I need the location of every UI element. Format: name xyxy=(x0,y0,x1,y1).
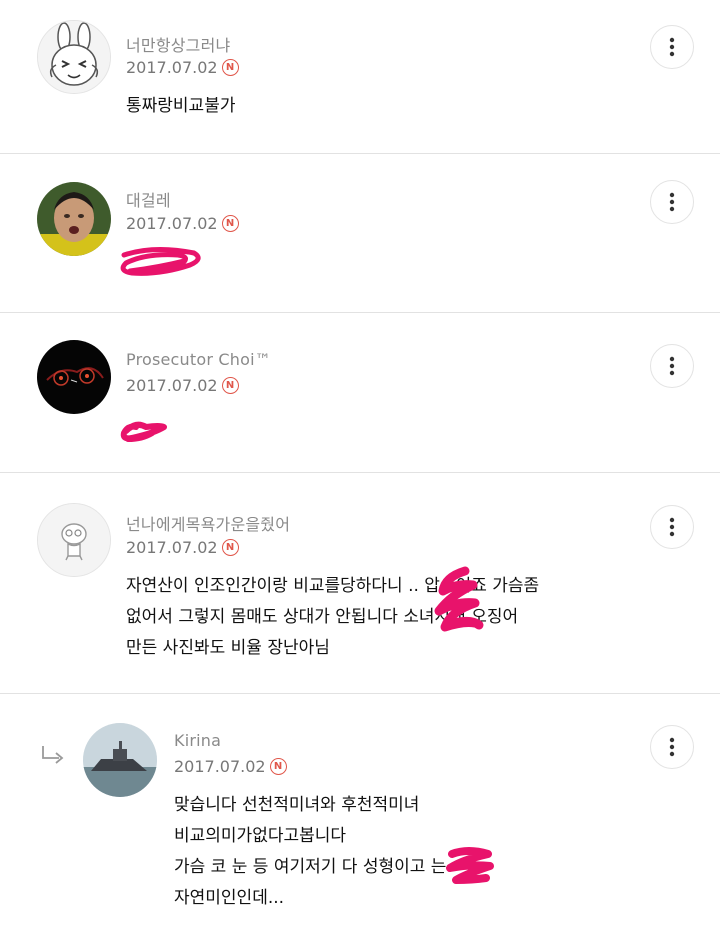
comment-author[interactable]: 넌나에게목욕가운을줬어 xyxy=(126,511,290,535)
comment-meta: 2017.07.02 N xyxy=(126,538,239,557)
redaction-scribble xyxy=(120,246,201,276)
more-options-button[interactable] xyxy=(650,725,694,769)
avatar[interactable] xyxy=(37,182,111,256)
comment-item: 넌나에게목욕가운을줬어 2017.07.02 N 자연산이 인조인간이랑 비교를… xyxy=(0,473,720,694)
reply-item: Kirina 2017.07.02 N 맞습니다 선천적미녀와 후천적미녀 비교… xyxy=(0,694,720,948)
comment-line: 맞습니다 선천적미녀와 후천적미녀 xyxy=(174,795,420,815)
more-vertical-icon xyxy=(669,37,675,57)
redaction-scribble xyxy=(120,421,167,442)
comment-date: 2017.07.02 xyxy=(126,58,218,77)
comment-date: 2017.07.02 xyxy=(126,538,218,557)
comment-line: 만든 사진봐도 비율 장난아님 xyxy=(126,638,330,658)
comment-text: 통짜랑비교불가 xyxy=(126,91,235,122)
comment-author[interactable]: 대걸레 xyxy=(126,187,171,211)
comment-text: 맞습니다 선천적미녀와 후천적미녀 비교의미가없다고봅니다 가슴 코 눈 등 여… xyxy=(174,790,446,914)
face-photo-icon xyxy=(37,182,111,256)
more-vertical-icon xyxy=(669,192,675,212)
comment-line: 가슴 코 눈 등 여기저기 다 성형이고 는 xyxy=(174,857,447,877)
comment-item: 대걸레 2017.07.02 N xyxy=(0,154,720,313)
comment-meta: 2017.07.02 N xyxy=(126,376,239,395)
redaction-scribble xyxy=(446,847,494,884)
comment-date: 2017.07.02 xyxy=(126,214,218,233)
comment-date: 2017.07.02 xyxy=(126,376,218,395)
more-vertical-icon xyxy=(669,517,675,537)
comment-line: 없어서 그렇지 몸매도 상대가 안됩니다 소녀시대 오징어 xyxy=(126,607,519,627)
comment-author[interactable]: Prosecutor Choi™ xyxy=(126,350,271,369)
comment-line: 통짜랑비교불가 xyxy=(126,96,236,116)
comment-author[interactable]: 너만항상그러냐 xyxy=(126,32,230,56)
comment-meta: 2017.07.02 N xyxy=(174,757,287,776)
rabbit-icon xyxy=(38,21,110,93)
more-vertical-icon xyxy=(669,737,675,757)
comment-meta: 2017.07.02 N xyxy=(126,214,239,233)
ship-photo-icon xyxy=(83,723,157,797)
more-options-button[interactable] xyxy=(650,505,694,549)
new-badge: N xyxy=(221,59,239,76)
new-badge: N xyxy=(269,758,287,775)
new-badge: N xyxy=(221,215,239,232)
comment-date: 2017.07.02 xyxy=(174,757,266,776)
comment-meta: 2017.07.02 N xyxy=(126,58,239,77)
comment-item: 너만항상그러냐 2017.07.02 N 통짜랑비교불가 xyxy=(0,0,720,154)
avatar[interactable] xyxy=(37,340,111,414)
more-options-button[interactable] xyxy=(650,344,694,388)
comment-line: 자연산이 인조인간이랑 비교를당하다니 .. 압승이죠 가슴좀 xyxy=(126,576,540,596)
car-dashboard-icon xyxy=(37,340,111,414)
default-character-icon xyxy=(38,504,110,576)
more-options-button[interactable] xyxy=(650,180,694,224)
comment-text: 자연산이 인조인간이랑 비교를당하다니 .. 압승이죠 가슴좀 없어서 그렇지 … xyxy=(126,571,539,664)
avatar[interactable] xyxy=(37,20,111,94)
more-options-button[interactable] xyxy=(650,25,694,69)
reply-arrow-icon xyxy=(42,746,64,764)
avatar[interactable] xyxy=(37,503,111,577)
comment-author[interactable]: Kirina xyxy=(174,731,221,750)
new-badge: N xyxy=(221,377,239,394)
new-badge: N xyxy=(221,539,239,556)
comment-line: 자연미인인데... xyxy=(174,888,285,908)
comment-line: 비교의미가없다고봅니다 xyxy=(174,826,347,846)
more-vertical-icon xyxy=(669,356,675,376)
avatar[interactable] xyxy=(83,723,157,797)
comment-item: Prosecutor Choi™ 2017.07.02 N xyxy=(0,313,720,473)
